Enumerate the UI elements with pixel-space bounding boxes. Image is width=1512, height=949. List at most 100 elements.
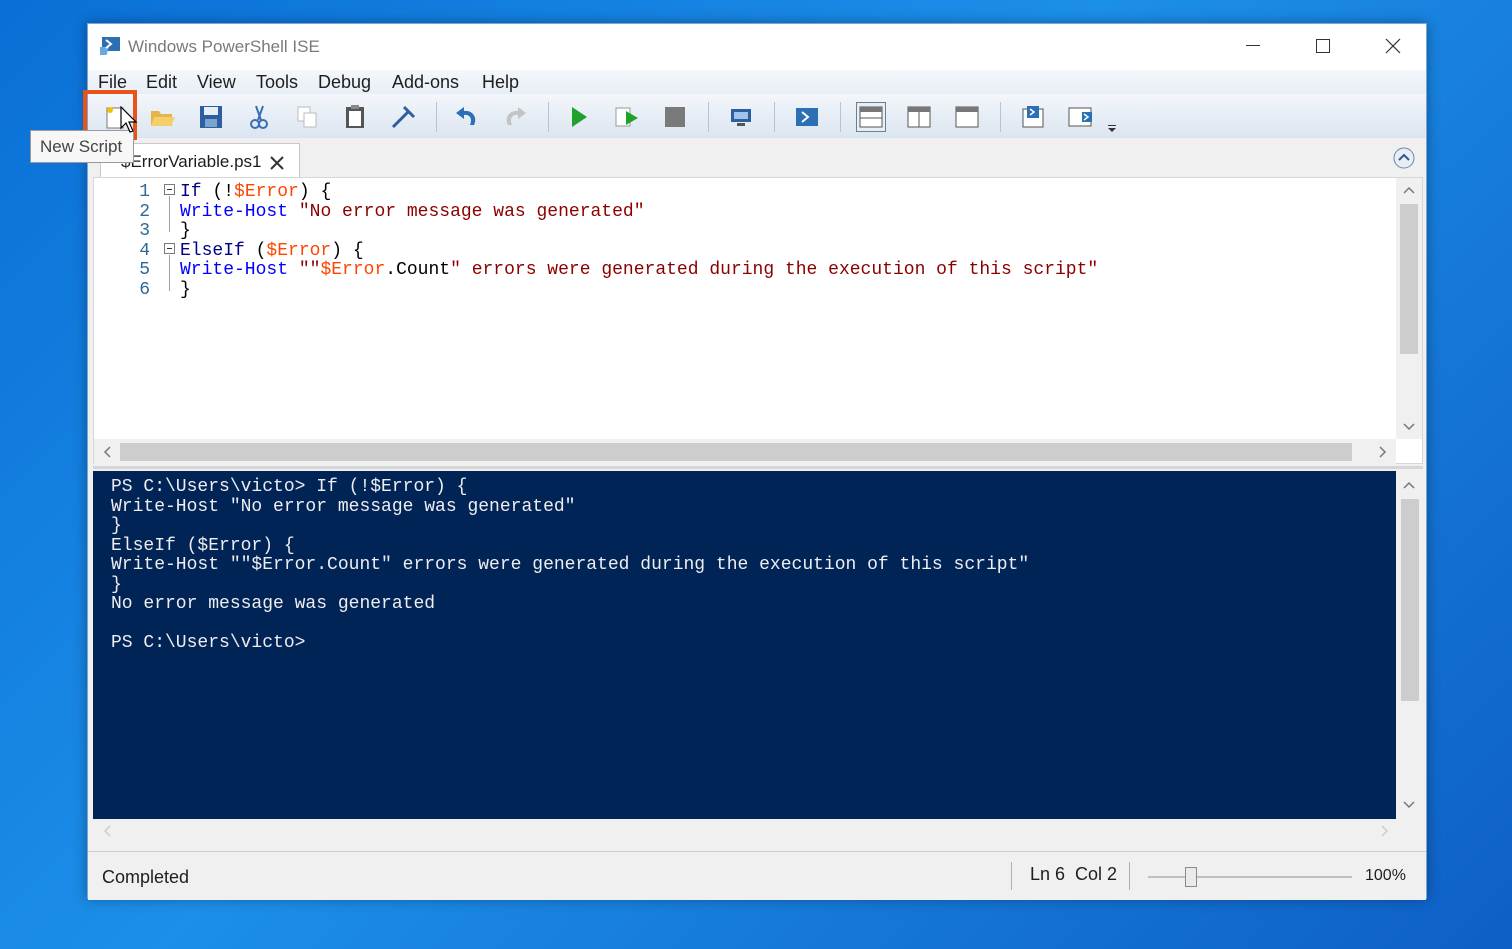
console-line: PS C:\Users\victo> If (!$Error) {: [111, 477, 468, 497]
menu-debug[interactable]: Debug: [318, 72, 371, 93]
close-button[interactable]: [1358, 24, 1428, 68]
menu-edit[interactable]: Edit: [146, 72, 177, 93]
editor-horizontal-scrollbar[interactable]: [94, 439, 1396, 465]
redo-button[interactable]: [500, 102, 530, 132]
run-script-button[interactable]: [564, 102, 594, 132]
paste-icon: [346, 105, 364, 128]
maximize-icon: [1316, 39, 1330, 53]
run-icon: [572, 107, 587, 127]
fold-guide: [169, 255, 170, 291]
editor-vertical-scrollbar[interactable]: [1396, 178, 1422, 439]
powershell-icon: [796, 108, 818, 126]
show-script-top-button[interactable]: [856, 102, 886, 132]
cursor-position: Ln 6 Col 2: [1030, 864, 1118, 884]
show-script-maximized-button[interactable]: [952, 102, 982, 132]
code-token: !: [223, 182, 235, 202]
line-number: 4: [139, 240, 150, 261]
script-tab-strip: $ErrorVariable.ps1: [88, 138, 1426, 178]
show-command-addon-button[interactable]: [1066, 102, 1096, 132]
stop-button[interactable]: [660, 102, 690, 132]
code-token: ) {: [331, 240, 364, 261]
chevron-left-icon[interactable]: [103, 825, 111, 837]
open-button[interactable]: [148, 102, 178, 132]
pane-splitter[interactable]: [93, 466, 1423, 469]
maximize-button[interactable]: [1288, 24, 1358, 68]
copy-button[interactable]: [292, 102, 322, 132]
show-script-right-button[interactable]: [904, 102, 934, 132]
close-icon: [1385, 38, 1401, 54]
console-horizontal-scrollbar[interactable]: [93, 819, 1423, 843]
cut-button[interactable]: [244, 102, 274, 132]
save-button[interactable]: [196, 102, 226, 132]
stop-icon: [665, 107, 685, 127]
chevron-right-icon[interactable]: [1381, 825, 1389, 837]
layout-right-icon: [907, 106, 931, 128]
console-vertical-scrollbar[interactable]: [1396, 471, 1423, 819]
script-editor[interactable]: 1 If (!$Error) {2 Write-Host "No error mes…: [93, 177, 1423, 465]
menu-tools[interactable]: Tools: [256, 72, 298, 93]
menu-add-ons[interactable]: Add-ons: [392, 72, 459, 93]
toolbar-separator: [774, 102, 775, 132]
save-icon: [200, 106, 222, 128]
layout-top-icon: [859, 106, 883, 128]
scrollbar-thumb[interactable]: [1401, 499, 1419, 701]
zoom-level: 100%: [1365, 867, 1406, 884]
chevron-down-icon: [1403, 801, 1415, 809]
toolbar-separator: [840, 102, 841, 132]
code-line[interactable]: If (!$Error) {: [180, 182, 331, 202]
console-line: No error message was generated: [111, 594, 436, 614]
new-remote-tab-button[interactable]: [726, 102, 756, 132]
chevron-up-icon: [1403, 186, 1415, 194]
code-line[interactable]: }: [180, 221, 191, 241]
collapse-script-pane-icon[interactable]: [1392, 146, 1416, 170]
code-token: (: [244, 240, 267, 261]
chevron-up-icon: [1403, 481, 1415, 489]
toolbar-separator: [548, 102, 549, 132]
scroll-down-arrow[interactable]: [1396, 793, 1422, 817]
menu-help[interactable]: Help: [482, 72, 519, 93]
code-token: (: [201, 182, 224, 202]
code-line[interactable]: Write-Host "No error message was generat…: [180, 202, 645, 222]
zoom-slider-thumb[interactable]: [1185, 867, 1197, 887]
copy-icon: [297, 106, 317, 128]
code-line[interactable]: }: [180, 280, 191, 300]
scroll-down-arrow[interactable]: [1396, 415, 1422, 439]
code-token: ) {: [298, 182, 332, 202]
run-selection-button[interactable]: [612, 102, 642, 132]
line-number: 1: [139, 182, 150, 202]
undo-button[interactable]: [452, 102, 482, 132]
show-command-window-button[interactable]: [1018, 102, 1048, 132]
close-tab-icon[interactable]: [266, 152, 288, 174]
powershell-ise-icon: [100, 37, 120, 55]
code-token: $Error: [266, 240, 332, 261]
open-folder-icon: [151, 111, 175, 126]
scroll-up-arrow[interactable]: [1396, 473, 1422, 497]
console-pane[interactable]: PS C:\Users\victo> If (!$Error) { Write-H…: [93, 471, 1423, 819]
start-powershell-button[interactable]: [792, 102, 822, 132]
paste-button[interactable]: [340, 102, 370, 132]
command-window-icon: [1022, 106, 1044, 128]
scroll-up-arrow[interactable]: [1396, 178, 1422, 202]
scrollbar-thumb[interactable]: [1400, 204, 1418, 354]
scroll-left-arrow[interactable]: [94, 440, 120, 464]
console-line: }: [111, 574, 122, 595]
fold-toggle[interactable]: [164, 184, 175, 195]
minimize-icon: [1246, 45, 1260, 46]
status-separator: [1129, 862, 1130, 890]
redo-icon: [506, 107, 526, 125]
code-line[interactable]: ElseIf ($Error) {: [180, 241, 364, 261]
scroll-right-arrow[interactable]: [1370, 440, 1396, 464]
minimize-button[interactable]: [1218, 24, 1288, 68]
zoom-slider-track[interactable]: [1148, 876, 1352, 878]
run-selection-icon: [615, 107, 638, 127]
code-token: Write-Host: [180, 201, 289, 222]
script-tab-label: $ErrorVariable.ps1: [121, 152, 262, 171]
fold-toggle[interactable]: [164, 243, 175, 254]
menu-view[interactable]: View: [197, 72, 236, 93]
console-line: Write-Host ""$Error.Count" errors were g…: [111, 555, 1030, 575]
clear-console-button[interactable]: [388, 102, 418, 132]
scrollbar-thumb[interactable]: [120, 443, 1352, 461]
command-addon-icon: [1068, 107, 1092, 127]
cut-icon: [250, 105, 268, 129]
code-line[interactable]: Write-Host ""$Error.Count" errors were g…: [180, 260, 1098, 280]
